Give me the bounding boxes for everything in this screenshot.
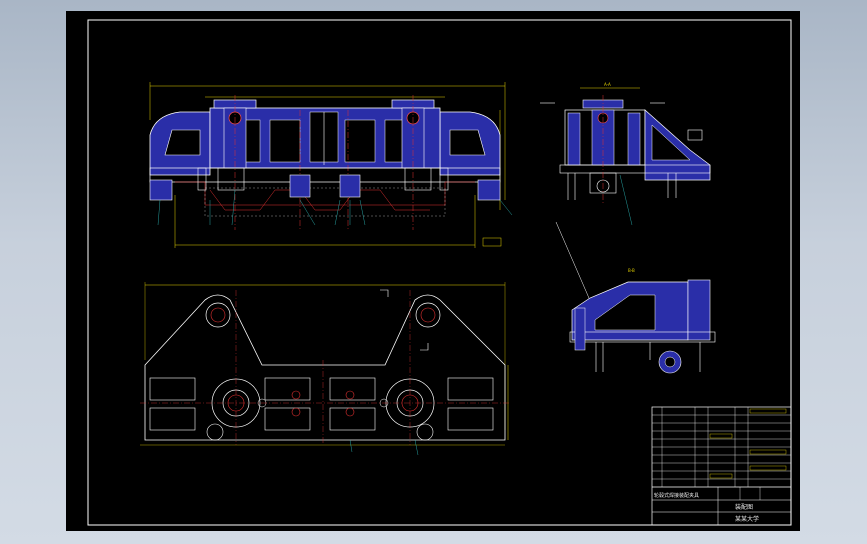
- side-view-label: A-A: [604, 82, 611, 87]
- fixture-plan-view: [140, 282, 510, 456]
- school-name: 某某大学: [735, 515, 759, 523]
- title-block: 轮毂式焊接装配夹具 装配图 某某大学: [651, 406, 792, 526]
- project-title: 轮毂式焊接装配夹具: [654, 492, 699, 499]
- fixture-front-view: [149, 82, 513, 248]
- cad-drawing-canvas[interactable]: A-A B-B 轮毂式焊接装配夹具 装配图 某某大学: [0, 0, 867, 544]
- sheet-name: 装配图: [735, 503, 753, 511]
- fixture-detail-view: B-B: [555, 221, 716, 374]
- detail-view-label: B-B: [628, 268, 635, 273]
- fixture-side-view: A-A: [540, 82, 711, 226]
- drawing-frame: [87, 19, 792, 526]
